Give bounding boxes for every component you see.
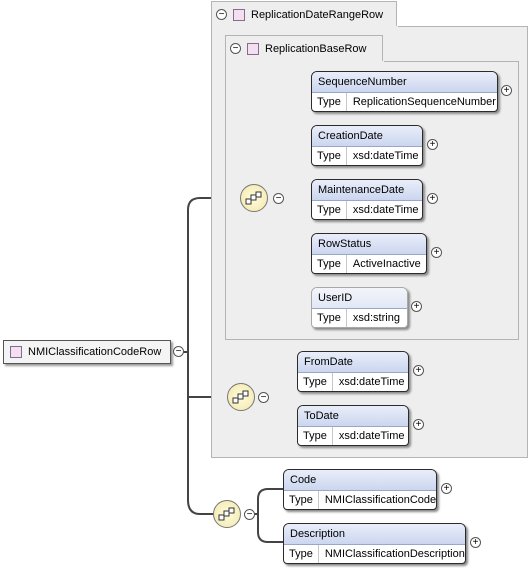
element-name: Description — [284, 524, 465, 545]
type-value: NMIClassificationDescription — [324, 548, 465, 560]
type-value: xsd:dateTime — [338, 430, 405, 442]
sequence-collapse-icon[interactable]: − — [258, 392, 269, 403]
sequence-collapse-icon[interactable]: − — [273, 193, 284, 204]
element-to-date[interactable]: ToDate Type xsd:dateTime — [297, 405, 409, 446]
element-description[interactable]: Description Type NMIClassificationDescrip… — [283, 523, 466, 564]
group-name: ReplicationDateRangeRow — [251, 8, 384, 21]
expand-icon[interactable]: + — [427, 193, 438, 204]
expand-icon[interactable]: + — [431, 247, 442, 258]
type-value: xsd:dateTime — [338, 376, 405, 388]
root-element[interactable]: NMIClassificationCodeRow — [3, 340, 171, 364]
type-value: NMIClassificationCode — [324, 494, 437, 506]
type-value: xsd:dateTime — [352, 150, 419, 162]
expand-icon[interactable]: + — [441, 483, 452, 494]
root-element-name: NMIClassificationCodeRow — [28, 346, 162, 358]
element-name: RowStatus — [312, 234, 426, 255]
type-label: Type — [312, 201, 347, 219]
type-value: xsd:dateTime — [352, 204, 419, 216]
element-name: Code — [284, 470, 436, 491]
sequence-compositor-icon[interactable] — [213, 500, 241, 528]
element-user-id[interactable]: UserID Type xsd:string — [311, 287, 408, 328]
collapse-icon[interactable]: − — [216, 9, 227, 20]
group-name: ReplicationBaseRow — [265, 42, 367, 55]
type-label: Type — [284, 491, 319, 509]
element-name: SequenceNumber — [312, 72, 497, 93]
collapse-icon[interactable]: − — [230, 43, 241, 54]
type-label: Type — [312, 309, 347, 327]
element-code[interactable]: Code Type NMIClassificationCode — [283, 469, 437, 510]
complex-type-icon — [233, 8, 245, 21]
type-value: ActiveInactive — [352, 258, 421, 270]
element-creation-date[interactable]: CreationDate Type xsd:dateTime — [311, 125, 423, 166]
type-label: Type — [298, 373, 333, 391]
element-maintenance-date[interactable]: MaintenanceDate Type xsd:dateTime — [311, 179, 423, 220]
type-label: Type — [298, 427, 333, 445]
type-label: Type — [312, 93, 347, 111]
expand-icon[interactable]: + — [411, 301, 422, 312]
type-value: xsd:string — [352, 312, 400, 324]
element-name: CreationDate — [312, 126, 422, 147]
root-collapse-icon[interactable]: − — [173, 346, 184, 357]
element-name: FromDate — [298, 352, 408, 373]
expand-icon[interactable]: + — [413, 365, 424, 376]
expand-icon[interactable]: + — [427, 139, 438, 150]
expand-icon[interactable]: + — [501, 85, 512, 96]
group-tab-replication-base-row[interactable]: − ReplicationBaseRow — [225, 35, 383, 61]
complex-type-icon — [10, 346, 22, 358]
element-name: ToDate — [298, 406, 408, 427]
element-name: MaintenanceDate — [312, 180, 422, 201]
type-label: Type — [312, 255, 347, 273]
element-from-date[interactable]: FromDate Type xsd:dateTime — [297, 351, 409, 392]
sequence-collapse-icon[interactable]: − — [244, 509, 255, 520]
element-name: UserID — [312, 288, 407, 309]
element-row-status[interactable]: RowStatus Type ActiveInactive — [311, 233, 427, 274]
type-value: ReplicationSequenceNumber — [352, 96, 496, 108]
sequence-compositor-icon[interactable] — [227, 383, 255, 411]
type-label: Type — [312, 147, 347, 165]
sequence-compositor-icon[interactable] — [240, 184, 268, 212]
complex-type-icon — [247, 42, 259, 55]
expand-icon[interactable]: + — [470, 537, 481, 548]
type-label: Type — [284, 545, 319, 563]
group-tab-replication-date-range-row[interactable]: − ReplicationDateRangeRow — [211, 1, 397, 27]
element-sequence-number[interactable]: SequenceNumber Type ReplicationSequenceNu… — [311, 71, 498, 112]
expand-icon[interactable]: + — [413, 419, 424, 430]
